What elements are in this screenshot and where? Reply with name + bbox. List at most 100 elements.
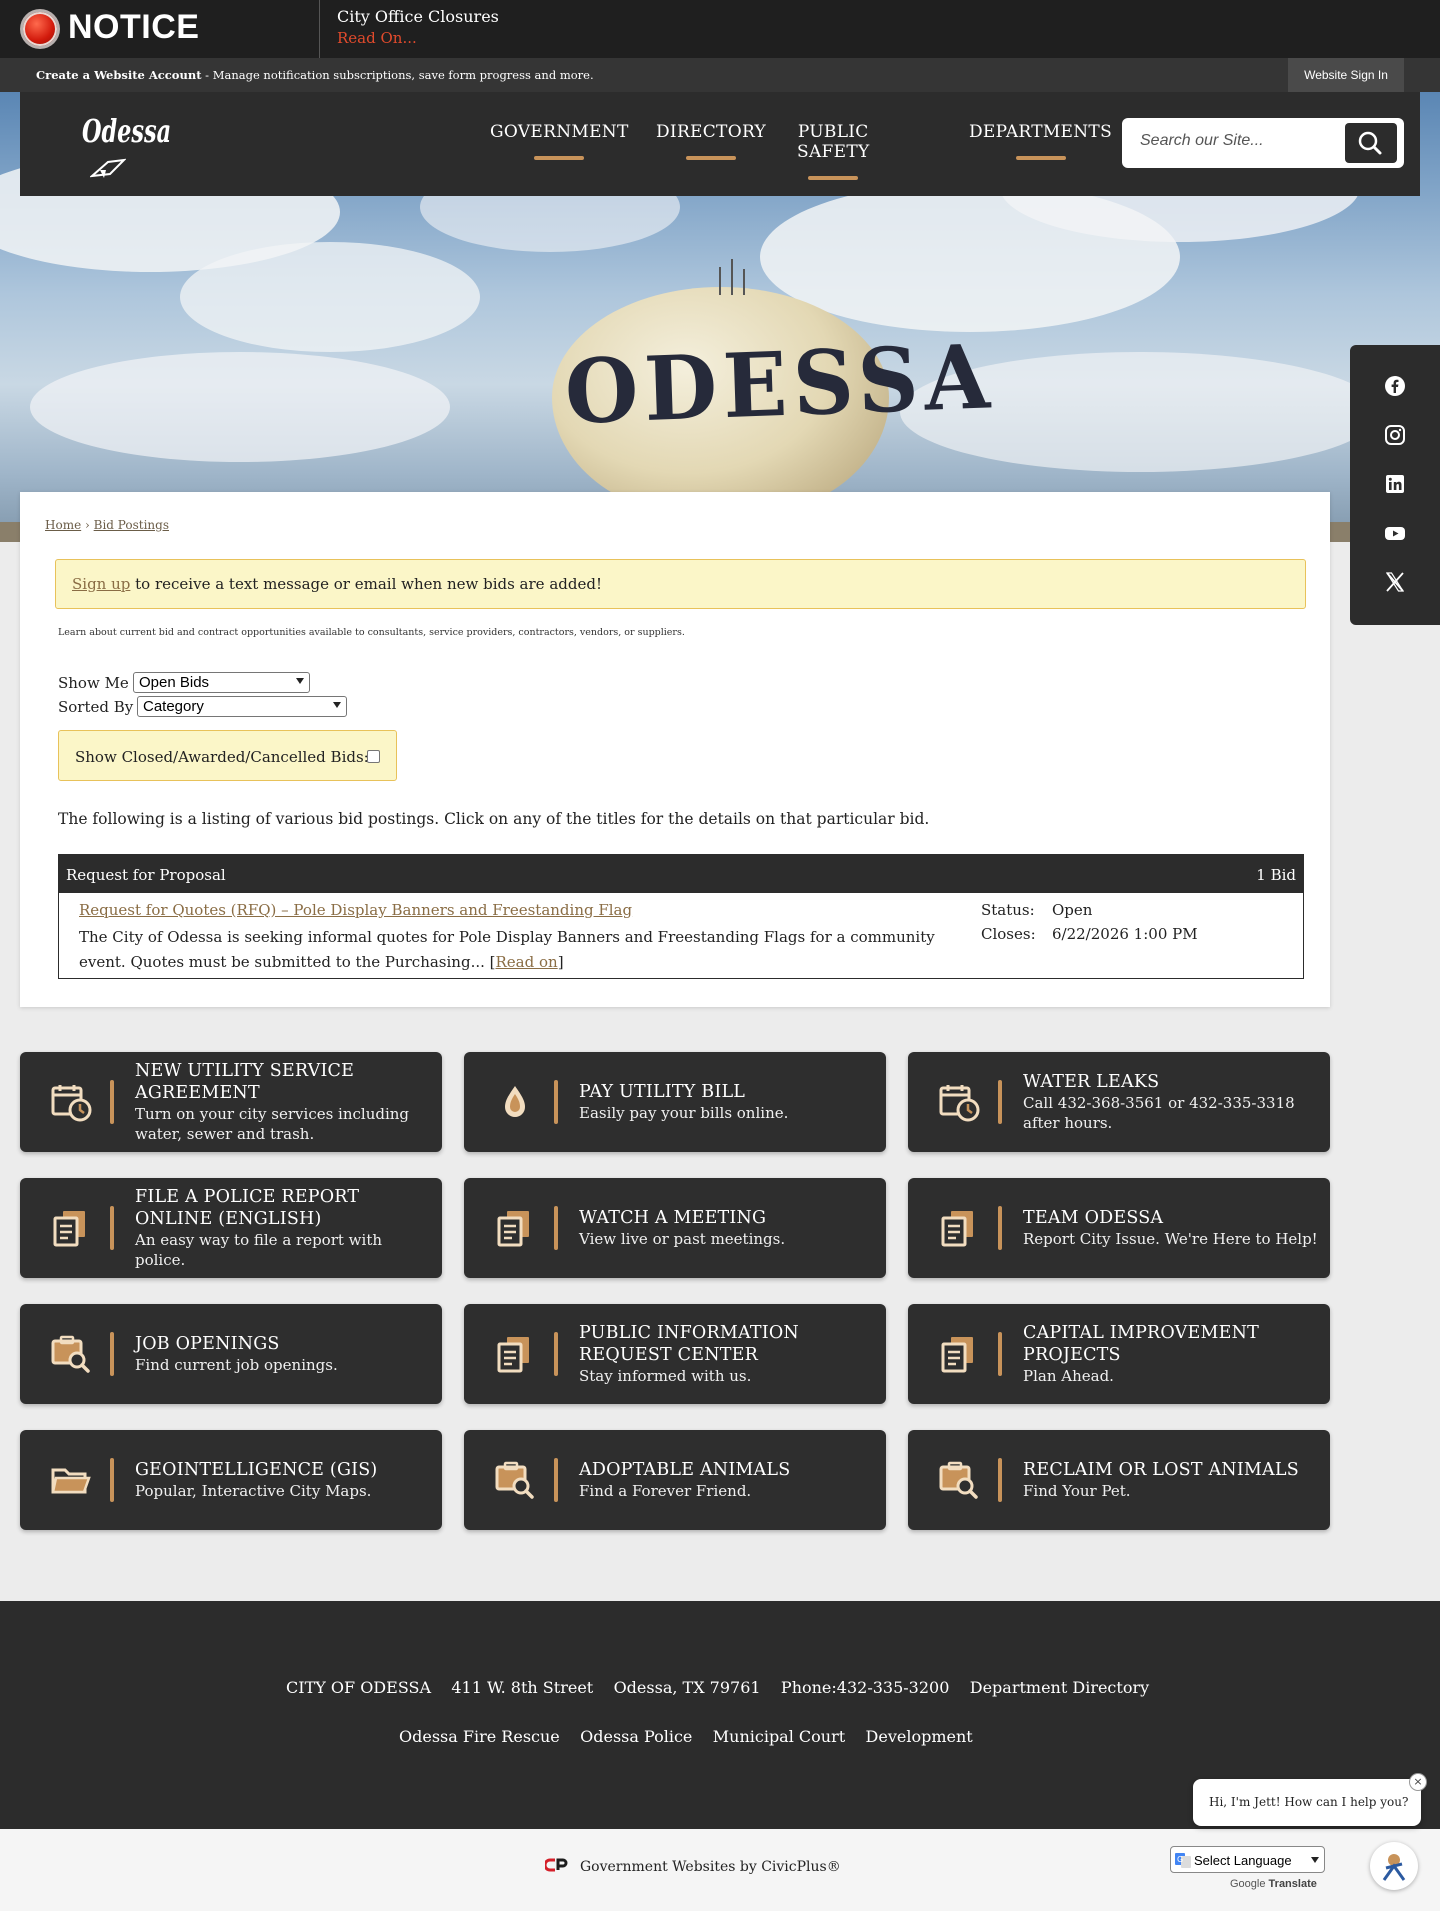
tile-title: Adoptable Animals: [579, 1460, 791, 1480]
footer-contact-row: CITY OF ODESSA 411 W. 8th Street Odessa,…: [286, 1678, 1149, 1697]
calendar-clock-icon: [938, 1082, 980, 1122]
status-label: Status:: [981, 901, 1035, 919]
tile-title: File a Police Report Online (English): [135, 1187, 360, 1229]
bid-title-link[interactable]: Request for Quotes (RFQ) – Pole Display …: [79, 901, 632, 919]
logo-text: Odessa: [82, 112, 172, 150]
create-account-link[interactable]: Create a Website Account: [36, 68, 202, 82]
language-select[interactable]: G Select Language: [1170, 1846, 1325, 1873]
nav-public-safety[interactable]: PUBLIC SAFETY: [797, 122, 869, 180]
footer-development-link[interactable]: Development: [866, 1727, 973, 1746]
instagram-icon[interactable]: [1384, 424, 1406, 446]
tile-title: Pay Utility Bill: [579, 1082, 746, 1102]
tile-title: Team Odessa: [1023, 1208, 1164, 1228]
facebook-icon[interactable]: [1384, 375, 1406, 397]
documents-icon: [494, 1208, 536, 1248]
tile-divider: [110, 1332, 114, 1376]
documents-icon: [494, 1334, 536, 1374]
footer-municipal-court-link[interactable]: Municipal Court: [713, 1727, 845, 1746]
footer-department-directory-link[interactable]: Department Directory: [970, 1678, 1149, 1697]
quick-link-tile[interactable]: Watch a Meeting View live or past meeting…: [464, 1178, 886, 1278]
tile-title: Reclaim or Lost Animals: [1023, 1460, 1299, 1480]
logo-star-icon: [90, 158, 126, 178]
breadcrumb-current[interactable]: Bid Postings: [94, 518, 169, 532]
search-input[interactable]: Search our Site...: [1140, 132, 1264, 150]
nav-government[interactable]: GOVERNMENT: [490, 122, 629, 160]
show-closed-checkbox[interactable]: [367, 750, 380, 763]
tile-text: Pay Utility Bill Easily pay your bills on…: [579, 1052, 874, 1152]
tile-text: Public Information Request Center Stay in…: [579, 1304, 874, 1404]
nav-label: DIRECTORY: [656, 122, 767, 142]
nav-directory[interactable]: DIRECTORY: [656, 122, 766, 160]
youtube-icon[interactable]: [1384, 522, 1406, 544]
clipboard-search-icon: [494, 1460, 536, 1500]
quick-link-tile[interactable]: Capital Improvement Projects Plan Ahead.: [908, 1304, 1330, 1404]
chevron-down-icon: [296, 678, 304, 684]
search-box[interactable]: Search our Site...: [1122, 118, 1404, 168]
show-me-label: Show Me: [58, 674, 129, 692]
footer-fire-rescue-link[interactable]: Odessa Fire Rescue: [399, 1727, 560, 1746]
closes-label: Closes:: [981, 925, 1036, 943]
svg-text:G: G: [1177, 1855, 1183, 1864]
alert-text: to receive a text message or email when …: [130, 575, 602, 593]
odessa-logo[interactable]: Odessa: [82, 110, 171, 182]
nav-underline: [534, 156, 585, 160]
chatbot-avatar-button[interactable]: [1370, 1842, 1418, 1890]
breadcrumb-separator: ›: [85, 518, 90, 532]
tower-lettering: ODESSA: [563, 324, 998, 444]
account-bar: Create a Website Account - Manage notifi…: [0, 58, 1440, 92]
bid-postings-card: Home › Bid Postings Sign up to receive a…: [20, 492, 1330, 1007]
quick-link-tile[interactable]: Water Leaks Call 432-368-3561 or 432-335-…: [908, 1052, 1330, 1152]
chat-greeting: Hi, I'm Jett! How can I help you?: [1209, 1795, 1409, 1809]
chat-close-button[interactable]: ×: [1409, 1773, 1427, 1791]
quick-link-tile[interactable]: Pay Utility Bill Easily pay your bills on…: [464, 1052, 886, 1152]
notice-title: NOTICE: [68, 8, 200, 46]
tile-text: Water Leaks Call 432-368-3561 or 432-335-…: [1023, 1052, 1318, 1152]
social-rail: [1350, 345, 1440, 625]
quick-link-tile[interactable]: Job Openings Find current job openings.: [20, 1304, 442, 1404]
show-me-select[interactable]: Open Bids: [133, 672, 310, 693]
tile-title: Capital Improvement Projects: [1023, 1323, 1259, 1365]
clipboard-search-icon: [938, 1460, 980, 1500]
quick-link-tile[interactable]: Team Odessa Report City Issue. We're Here…: [908, 1178, 1330, 1278]
bid-read-on-link[interactable]: Read on: [496, 953, 558, 971]
bid-description: The City of Odessa is seeking informal q…: [79, 928, 935, 971]
tile-divider: [554, 1332, 558, 1376]
quick-link-tile[interactable]: Adoptable Animals Find a Forever Friend.: [464, 1430, 886, 1530]
tile-title: New Utility Service Agreement: [135, 1061, 355, 1103]
quick-link-tile[interactable]: File a Police Report Online (English) An …: [20, 1178, 442, 1278]
sign-in-button[interactable]: Website Sign In: [1288, 58, 1404, 92]
quick-link-tile[interactable]: Reclaim or Lost Animals Find Your Pet.: [908, 1430, 1330, 1530]
nav-departments[interactable]: DEPARTMENTS: [969, 122, 1112, 160]
quick-link-tile[interactable]: Public Information Request Center Stay in…: [464, 1304, 886, 1404]
tile-text: Watch a Meeting View live or past meeting…: [579, 1178, 874, 1278]
calendar-clock-icon: [50, 1082, 92, 1122]
tile-divider: [554, 1458, 558, 1502]
tile-text: Capital Improvement Projects Plan Ahead.: [1023, 1304, 1318, 1404]
footer-police-link[interactable]: Odessa Police: [580, 1727, 692, 1746]
folder-icon: [50, 1460, 92, 1500]
footer-phone: Phone:432-335-3200: [780, 1678, 950, 1697]
chat-bubble[interactable]: Hi, I'm Jett! How can I help you? ×: [1193, 1773, 1427, 1826]
tile-title: Water Leaks: [1023, 1072, 1160, 1092]
notice-text: City Office Closures: [337, 7, 499, 26]
bid-table: Request for Proposal 1 Bid Request for Q…: [58, 854, 1304, 979]
tile-description: Find a Forever Friend.: [579, 1482, 752, 1500]
account-prompt: Create a Website Account - Manage notifi…: [36, 68, 594, 82]
breadcrumb-home[interactable]: Home: [45, 518, 81, 532]
quick-link-tile[interactable]: New Utility Service Agreement Turn on you…: [20, 1052, 442, 1152]
bid-category-header: Request for Proposal 1 Bid: [59, 855, 1303, 893]
linkedin-icon[interactable]: [1384, 473, 1406, 495]
x-twitter-icon[interactable]: [1384, 571, 1406, 593]
quick-link-tile[interactable]: GeoIntelligence (GIS) Popular, Interactiv…: [20, 1430, 442, 1530]
tile-description: View live or past meetings.: [579, 1230, 786, 1248]
footer-links-row: Odessa Fire Rescue Odessa Police Municip…: [399, 1727, 973, 1746]
search-icon: [1358, 131, 1382, 155]
clipboard-search-icon: [50, 1334, 92, 1374]
civicplus-link[interactable]: Government Websites by CivicPlus®: [580, 1859, 841, 1875]
sorted-by-select[interactable]: Category: [137, 696, 347, 717]
search-button[interactable]: [1345, 123, 1397, 163]
tile-divider: [110, 1458, 114, 1502]
tile-text: Adoptable Animals Find a Forever Friend.: [579, 1430, 874, 1530]
notice-read-on-link[interactable]: Read On...: [337, 29, 417, 47]
sign-up-link[interactable]: Sign up: [72, 575, 130, 593]
